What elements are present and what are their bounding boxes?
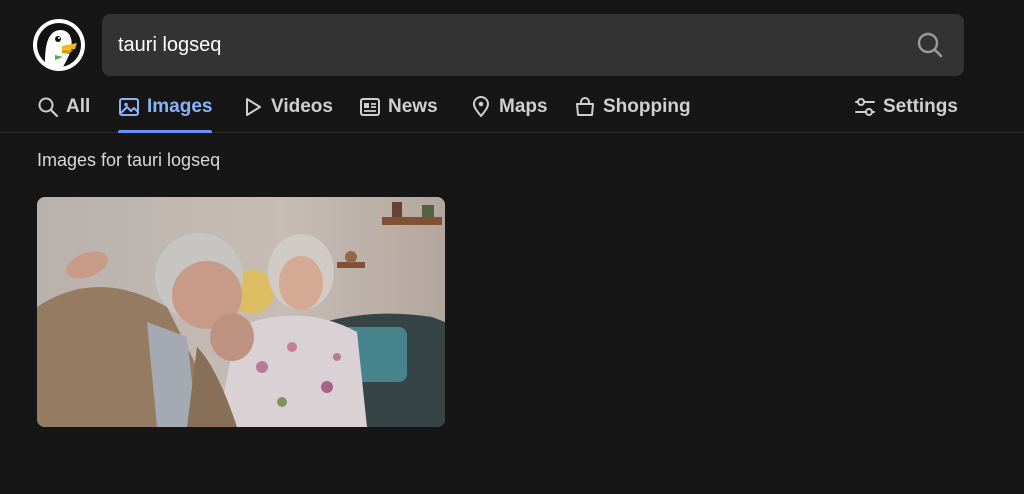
tab-maps[interactable]: Maps [470, 88, 548, 133]
sliders-icon [855, 98, 875, 116]
newspaper-icon [360, 98, 380, 116]
tab-images[interactable]: Images [118, 88, 213, 133]
photo-elderly-couple [37, 197, 445, 427]
settings-button[interactable]: Settings [854, 88, 958, 133]
tab-shopping-label: Shopping [603, 96, 691, 117]
tab-all[interactable]: All [37, 88, 90, 133]
map-pin-icon [473, 96, 489, 117]
search-icon [38, 97, 59, 118]
tab-videos-label: Videos [271, 96, 333, 117]
header: All Images Videos News [0, 0, 1024, 133]
tab-maps-label: Maps [499, 96, 548, 117]
tab-shopping[interactable]: Shopping [574, 88, 691, 133]
settings-label: Settings [883, 96, 958, 117]
search-input[interactable] [118, 28, 878, 62]
tab-news-label: News [388, 96, 438, 117]
tab-news[interactable]: News [359, 88, 438, 133]
image-icon [119, 98, 139, 116]
duckduckgo-logo[interactable] [33, 19, 85, 71]
image-result-thumbnail[interactable] [37, 197, 445, 427]
duck-icon [35, 21, 83, 69]
tab-images-label: Images [147, 96, 213, 117]
search-button[interactable] [916, 31, 944, 59]
tab-videos[interactable]: Videos [242, 88, 333, 133]
shopping-bag-icon [576, 97, 594, 116]
results-heading: Images for tauri logseq [37, 150, 221, 170]
search-nav: All Images Videos News Maps Shopping Set… [0, 88, 1024, 133]
search-icon [917, 32, 943, 58]
play-icon [246, 98, 261, 116]
tab-all-label: All [66, 96, 91, 117]
search-box [102, 14, 964, 76]
